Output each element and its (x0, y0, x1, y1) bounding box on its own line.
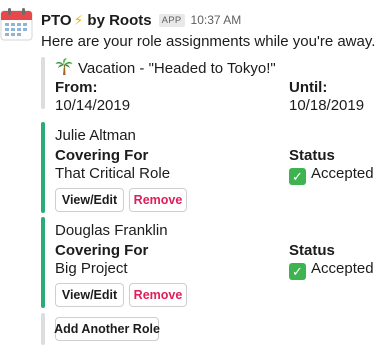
view-edit-button[interactable]: View/Edit (55, 188, 124, 212)
status-value: ✓ Accepted (289, 259, 374, 280)
from-label: From: (55, 79, 98, 96)
covering-for-value: That Critical Role (55, 165, 171, 182)
role-attachment-bar (41, 217, 45, 308)
status-text: Accepted (311, 165, 374, 182)
role-attachment-bar (41, 122, 45, 213)
message-header: PTO ⚡ by Roots APP 10:37 AM (41, 10, 241, 30)
add-role-attachment-bar (41, 313, 45, 345)
covering-for-value: Big Project (55, 260, 128, 277)
status-label: Status (289, 242, 335, 259)
app-badge: APP (158, 13, 185, 27)
from-value: 10/14/2019 (55, 97, 131, 114)
app-author[interactable]: by Roots (87, 12, 151, 29)
role-person: Douglas Franklin (55, 222, 168, 239)
view-edit-button[interactable]: View/Edit (55, 283, 124, 307)
vacation-title-text: Vacation - "Headed to Tokyo!" (78, 60, 276, 77)
calendar-icon[interactable] (0, 8, 33, 41)
role-person: Julie Altman (55, 127, 136, 144)
remove-button[interactable]: Remove (129, 188, 187, 212)
timestamp[interactable]: 10:37 AM (191, 13, 242, 27)
status-label: Status (289, 147, 335, 164)
status-text: Accepted (311, 260, 374, 277)
lightning-icon: ⚡ (73, 11, 84, 28)
remove-button[interactable]: Remove (129, 283, 187, 307)
covering-for-label: Covering For (55, 147, 149, 164)
until-value: 10/18/2019 (289, 97, 365, 114)
check-mark-icon: ✓ (289, 168, 306, 185)
covering-for-label: Covering For (55, 242, 149, 259)
status-value: ✓ Accepted (289, 164, 374, 185)
palm-tree-icon (55, 58, 73, 75)
add-another-role-button[interactable]: Add Another Role (54, 317, 160, 341)
vacation-attachment-bar (41, 57, 45, 109)
check-mark-icon: ✓ (289, 263, 306, 280)
intro-text: Here are your role assignments while you… (41, 33, 376, 50)
app-name[interactable]: PTO (41, 12, 72, 29)
until-label: Until: (289, 79, 328, 96)
vacation-title: Vacation - "Headed to Tokyo!" (55, 58, 276, 79)
